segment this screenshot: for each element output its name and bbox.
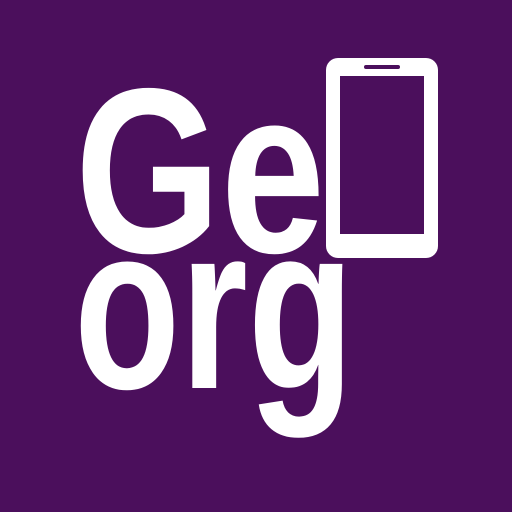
logo-text-line2: org [74,175,354,438]
georg-logo: Ge org [0,0,512,512]
app-icon: Ge org [0,0,512,512]
